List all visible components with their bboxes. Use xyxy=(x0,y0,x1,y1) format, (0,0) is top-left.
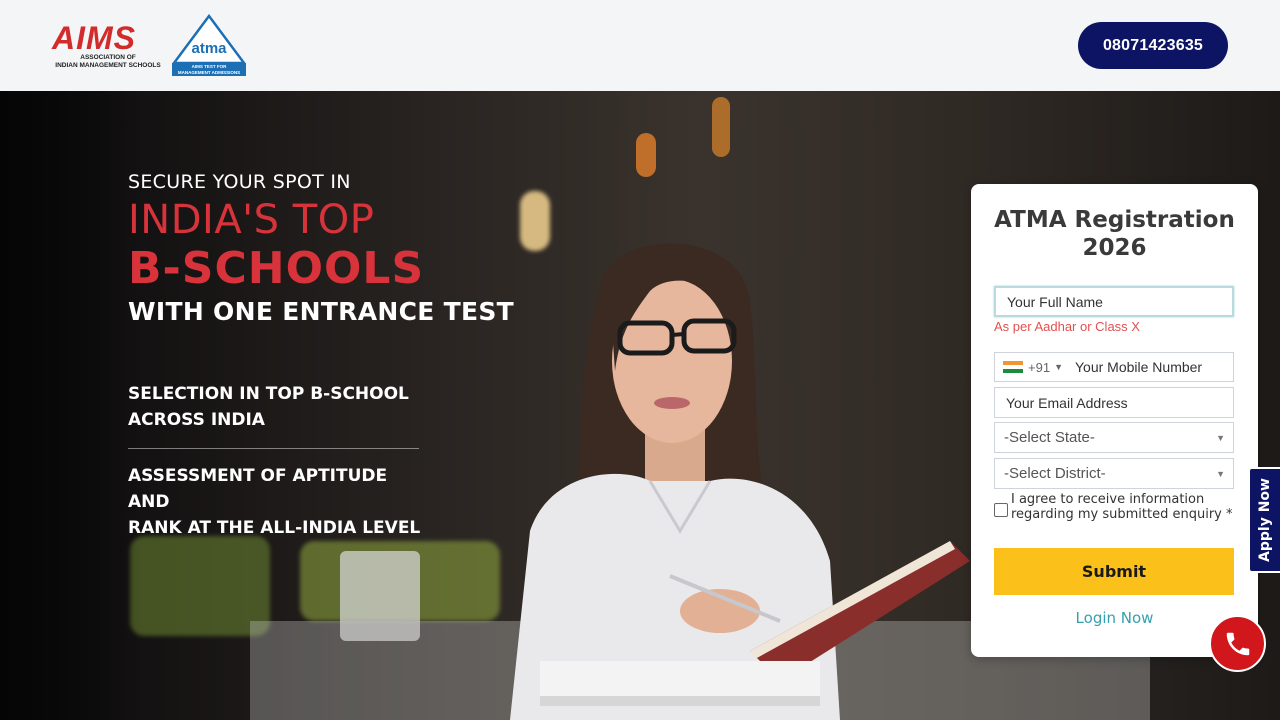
aims-logo-subtitle: ASSOCIATION OF INDIAN MANAGEMENT SCHOOLS xyxy=(55,54,161,69)
phone-number-button[interactable]: 08071423635 xyxy=(1078,22,1228,69)
email-input[interactable]: Your Email Address xyxy=(994,387,1234,418)
country-code[interactable]: +91 xyxy=(1028,360,1050,375)
hero-shade xyxy=(0,91,140,720)
background-chair xyxy=(130,536,270,636)
hero-headline: SECURE YOUR SPOT IN INDIA'S TOP B-SCHOOL… xyxy=(128,171,568,326)
apply-now-tab[interactable]: Apply Now xyxy=(1248,467,1280,573)
feature-divider xyxy=(128,448,419,449)
aims-logo-word: AIMS xyxy=(52,20,136,56)
registration-form: ATMA Registration 2026 Your Full Name As… xyxy=(971,184,1258,657)
mobile-number-input[interactable]: +91 ▼ Your Mobile Number xyxy=(994,352,1234,382)
call-button[interactable] xyxy=(1209,615,1266,672)
hero-title-line2: B-SCHOOLS xyxy=(128,243,425,294)
chevron-down-icon[interactable]: ▼ xyxy=(1054,362,1063,372)
consent-row: I agree to receive information regarding… xyxy=(994,492,1239,522)
full-name-hint: As per Aadhar or Class X xyxy=(994,319,1140,334)
phone-icon xyxy=(1226,632,1249,655)
hero-feature: SELECTION IN TOP B-SCHOOL ACROSS INDIA xyxy=(128,384,409,430)
chevron-down-icon: ▼ xyxy=(1216,468,1225,479)
state-select-value: -Select State- xyxy=(1004,429,1095,446)
background-light xyxy=(636,133,656,177)
consent-label[interactable]: I agree to receive information regarding… xyxy=(1011,492,1239,522)
mobile-number-placeholder: Your Mobile Number xyxy=(1074,359,1203,375)
form-title: ATMA Registration 2026 xyxy=(994,207,1235,261)
submit-button[interactable]: Submit xyxy=(994,548,1234,595)
hero-title-line1: INDIA'S TOP xyxy=(128,197,375,243)
district-select[interactable]: -Select District- ▼ xyxy=(994,458,1234,489)
consent-checkbox[interactable] xyxy=(994,503,1008,517)
site-header: AIMS ASSOCIATION OF INDIAN MANAGEMENT SC… xyxy=(0,0,1280,91)
chevron-down-icon: ▼ xyxy=(1216,432,1225,443)
atma-logo-word: atma xyxy=(191,40,227,57)
district-select-value: -Select District- xyxy=(1004,465,1106,482)
atma-logo-tag: AIMS TEST FOR MANAGEMENT ADMISSIONS xyxy=(172,63,246,76)
hero-kicker: SECURE YOUR SPOT IN xyxy=(128,171,351,193)
apply-now-label: Apply Now xyxy=(1257,478,1274,562)
hero-subtitle: WITH ONE ENTRANCE TEST xyxy=(128,297,515,326)
background-light xyxy=(712,97,730,157)
atma-logo[interactable]: atma AIMS TEST FOR MANAGEMENT ADMISSIONS xyxy=(171,13,247,76)
full-name-input[interactable]: Your Full Name xyxy=(994,286,1234,317)
india-flag-icon[interactable] xyxy=(1003,360,1023,374)
state-select[interactable]: -Select State- ▼ xyxy=(994,422,1234,453)
aims-logo[interactable]: AIMS ASSOCIATION OF INDIAN MANAGEMENT SC… xyxy=(52,22,167,74)
hero-feature: ASSESSMENT OF APTITUDE AND RANK AT THE A… xyxy=(128,466,421,538)
